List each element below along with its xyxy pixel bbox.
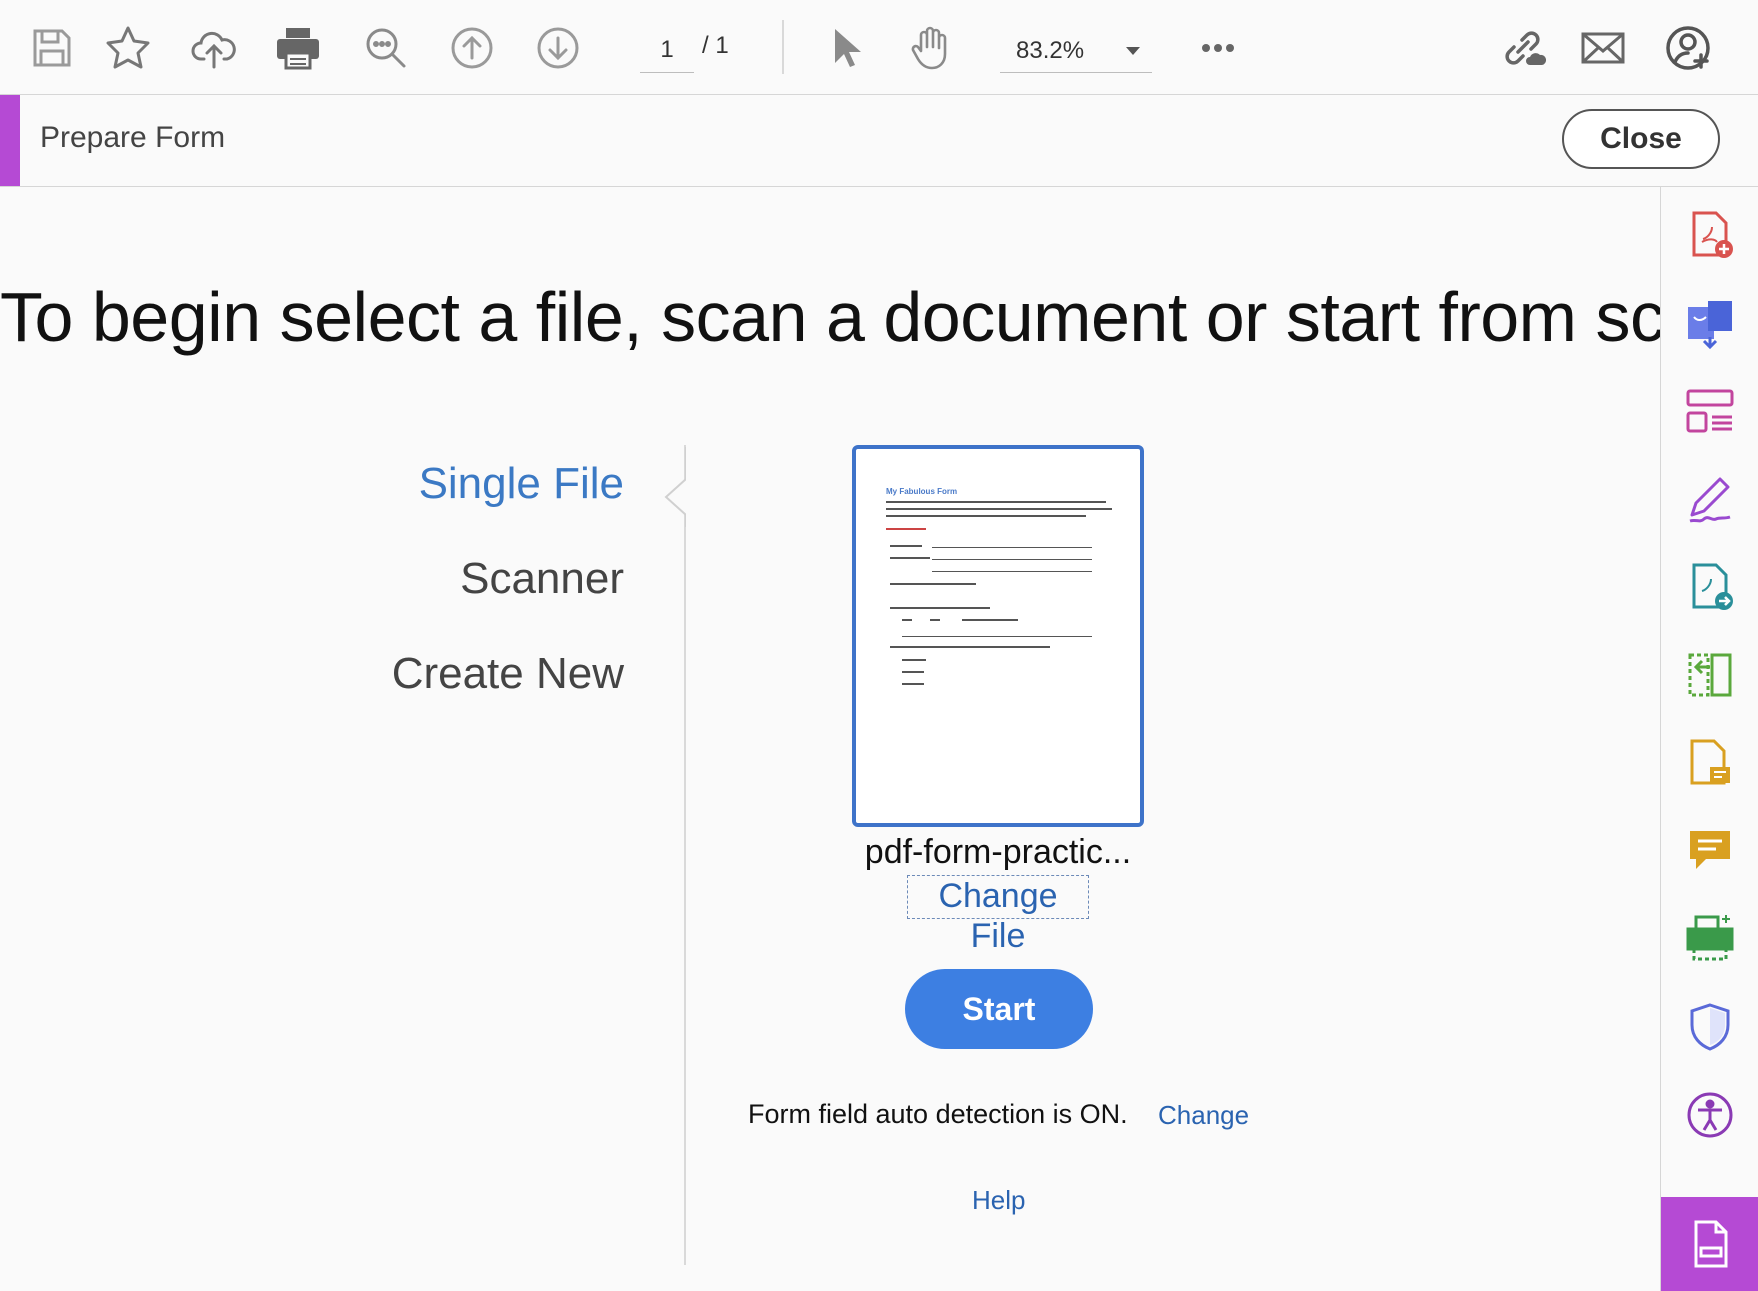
auto-detection-change-link[interactable]: Change: [1158, 1100, 1249, 1131]
find-text-icon[interactable]: [358, 20, 414, 76]
start-button[interactable]: Start: [905, 969, 1093, 1049]
option-create-new[interactable]: Create New: [392, 649, 624, 699]
selection-pointer: [664, 447, 686, 527]
bookmark-star-icon[interactable]: [100, 20, 156, 76]
hand-tool-icon[interactable]: [904, 20, 960, 76]
change-file-link[interactable]: Change File: [907, 875, 1089, 955]
print-production-icon[interactable]: [1678, 907, 1742, 971]
chevron-down-icon: [1126, 47, 1140, 55]
zoom-value: 83.2%: [1016, 37, 1085, 64]
previous-page-icon[interactable]: [444, 20, 500, 76]
share-link-icon[interactable]: [1494, 20, 1550, 76]
tool-accent-strip: [0, 95, 20, 186]
save-icon[interactable]: [24, 20, 80, 76]
accessibility-icon[interactable]: [1678, 1083, 1742, 1147]
page-total: / 1: [702, 32, 729, 59]
zoom-select[interactable]: 83.2%: [1000, 28, 1152, 73]
compare-files-icon[interactable]: [1678, 643, 1742, 707]
cloud-upload-icon[interactable]: [186, 20, 242, 76]
page-number-input[interactable]: 1: [640, 28, 694, 73]
create-pdf-icon[interactable]: [1678, 203, 1742, 267]
auto-detection-status: Form field auto detection is ON.: [748, 1099, 1128, 1129]
selected-file-name: pdf-form-practic...: [864, 833, 1132, 871]
top-toolbar: 1 / 1 83.2%: [0, 0, 1758, 95]
toolbar-divider: [782, 20, 784, 74]
tool-title: Prepare Form: [40, 121, 226, 154]
select-cursor-icon[interactable]: [816, 20, 872, 76]
sign-in-account-icon[interactable]: [1660, 20, 1716, 76]
options-divider: [684, 445, 686, 1265]
tool-header-bar: Prepare Form Close: [0, 95, 1758, 187]
print-icon[interactable]: [270, 20, 326, 76]
comment-icon[interactable]: [1678, 819, 1742, 883]
protect-icon[interactable]: [1678, 995, 1742, 1059]
more-options-icon[interactable]: [1190, 20, 1246, 76]
prepare-form-icon: [1694, 1220, 1728, 1268]
option-scanner[interactable]: Scanner: [460, 554, 624, 604]
page-current-value: 1: [660, 36, 674, 63]
file-thumbnail[interactable]: My Fabulous Form: [852, 445, 1144, 827]
organize-pages-icon[interactable]: [1678, 379, 1742, 443]
fill-sign-icon[interactable]: [1678, 467, 1742, 531]
email-icon[interactable]: [1575, 20, 1631, 76]
help-link[interactable]: Help: [972, 1185, 1025, 1216]
edit-pdf-icon[interactable]: [1678, 731, 1742, 795]
option-single-file[interactable]: Single File: [419, 459, 624, 509]
right-tools-panel: [1660, 187, 1758, 1291]
page-headline: To begin select a file, scan a document …: [0, 278, 1660, 356]
export-pdf-icon[interactable]: [1678, 555, 1742, 619]
next-page-icon[interactable]: [530, 20, 586, 76]
combine-files-icon[interactable]: [1678, 291, 1742, 355]
thumbnail-page-content: [886, 501, 1112, 685]
close-button[interactable]: Close: [1562, 109, 1720, 169]
main-content: To begin select a file, scan a document …: [0, 187, 1660, 1291]
prepare-form-tool[interactable]: [1661, 1197, 1758, 1291]
